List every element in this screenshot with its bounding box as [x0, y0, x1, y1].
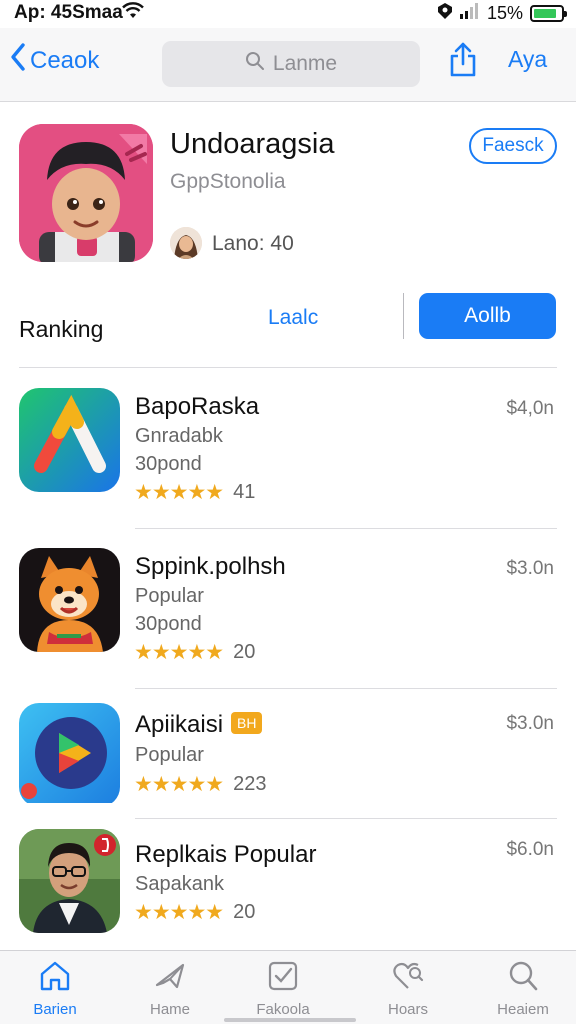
app-subtitle: Gnradabk: [135, 425, 223, 447]
home-icon: [38, 959, 72, 997]
signal-icon: [459, 3, 480, 24]
featured-user-text: Lano: 40: [212, 232, 294, 255]
featured-app-subtitle: GppStonolia: [170, 170, 286, 193]
app-price[interactable]: $4,0n: [506, 398, 554, 420]
app-icon: [19, 548, 120, 652]
featured-get-button[interactable]: Faesck: [469, 128, 557, 164]
rating-stars: ★★★★★ 41: [134, 480, 255, 505]
rating-stars: ★★★★★ 20: [134, 640, 255, 665]
heart-search-icon: [391, 959, 425, 997]
tab-bar: Barien Hame Fakoola Hoars Heaiem: [0, 950, 576, 1024]
rating-count: 41: [233, 481, 256, 503]
app-icon: [19, 703, 120, 807]
tab-label: Heaiem: [497, 1001, 549, 1018]
battery-fill: [534, 9, 557, 18]
status-time: Ap: 45Smaa: [14, 2, 123, 23]
star-icons: ★★★★★: [134, 481, 224, 504]
tab-fakoola[interactable]: Fakoola: [238, 959, 328, 1018]
star-icons: ★★★★★: [134, 773, 224, 796]
checkbox-icon: [266, 959, 300, 997]
tab-label: Hoars: [387, 1001, 428, 1018]
tab-hoars[interactable]: Hoars: [363, 959, 453, 1018]
featured-app-icon[interactable]: [19, 124, 153, 262]
back-button[interactable]: Ceaok: [10, 42, 99, 79]
status-badge: BH: [231, 712, 263, 734]
list-item[interactable]: Replkais Popular Sapakank ★★★★★ 20 $6.0n: [0, 829, 576, 934]
rating-stars: ★★★★★ 20: [134, 900, 255, 925]
tab-heaiem[interactable]: Heaiem: [478, 959, 568, 1018]
battery-icon: [530, 5, 567, 22]
app-detail: 30pond: [135, 453, 202, 475]
app-icon: [19, 388, 120, 492]
app-name: Replkais Popular: [135, 841, 317, 868]
wifi-icon: [122, 2, 144, 25]
app-name: Sppink.polhsh: [135, 553, 286, 580]
rating-count: 20: [233, 641, 256, 663]
tab-home[interactable]: Barien: [10, 959, 100, 1018]
plane-icon: [153, 959, 187, 997]
share-button[interactable]: [448, 42, 478, 83]
search-icon: [506, 959, 540, 997]
app-name: BapoRaska: [135, 393, 260, 420]
app-name: Apiikaisi BH: [135, 711, 263, 739]
rating-stars: ★★★★★ 223: [134, 772, 267, 797]
tab-label: Barien: [33, 1001, 77, 1018]
nav-right-button[interactable]: Aya: [508, 46, 547, 73]
chevron-left-icon: [10, 42, 26, 79]
tab-label: Hame: [149, 1001, 190, 1018]
battery-percent: 15%: [486, 3, 523, 23]
tab-hame[interactable]: Hame: [125, 959, 215, 1018]
featured-app-title: Undoaragsia: [170, 128, 335, 160]
app-icon: [19, 829, 120, 933]
divider: [19, 367, 557, 368]
tab-right-selected[interactable]: Aollb: [419, 293, 556, 339]
tab-label: Fakoola: [256, 1001, 310, 1018]
list-item[interactable]: Sppink.polhsh Popular 30pond ★★★★★ 20 $3.…: [0, 548, 576, 689]
app-name-text: Apiikaisi: [135, 711, 224, 738]
navigation-bar: Ceaok Lanme Aya: [0, 28, 576, 102]
rating-count: 20: [233, 901, 256, 923]
segment-divider: [403, 293, 404, 339]
divider: [135, 688, 557, 689]
app-price[interactable]: $3.0n: [506, 558, 554, 580]
app-subtitle: Sapakank: [135, 873, 224, 895]
tab-left[interactable]: Laalc: [268, 306, 318, 330]
location-icon: [437, 2, 453, 25]
status-bar: Ap: 45Smaa 15%: [0, 0, 576, 28]
search-text: Lanme: [272, 52, 338, 75]
list-item[interactable]: BapoRaska Gnradabk 30pond ★★★★★ 41 $4,0n: [0, 388, 576, 529]
search-field[interactable]: Lanme: [162, 41, 420, 87]
rating-count: 223: [233, 773, 267, 795]
list-item[interactable]: Apiikaisi BH Popular ★★★★★ 223 $3.0n: [0, 703, 576, 819]
app-price[interactable]: $3.0n: [506, 713, 554, 735]
divider: [135, 528, 557, 529]
star-icons: ★★★★★: [134, 641, 224, 664]
app-subtitle: Popular: [135, 585, 204, 607]
share-icon: [448, 42, 478, 82]
section-title: Ranking: [19, 316, 104, 342]
star-icons: ★★★★★: [134, 901, 224, 924]
app-subtitle: Popular: [135, 744, 204, 766]
app-detail: 30pond: [135, 613, 202, 635]
avatar: [170, 227, 202, 259]
search-icon: [245, 51, 265, 77]
app-price[interactable]: $6.0n: [506, 839, 554, 861]
divider: [135, 818, 557, 819]
home-indicator: [224, 1018, 356, 1022]
back-label: Ceaok: [30, 46, 100, 74]
